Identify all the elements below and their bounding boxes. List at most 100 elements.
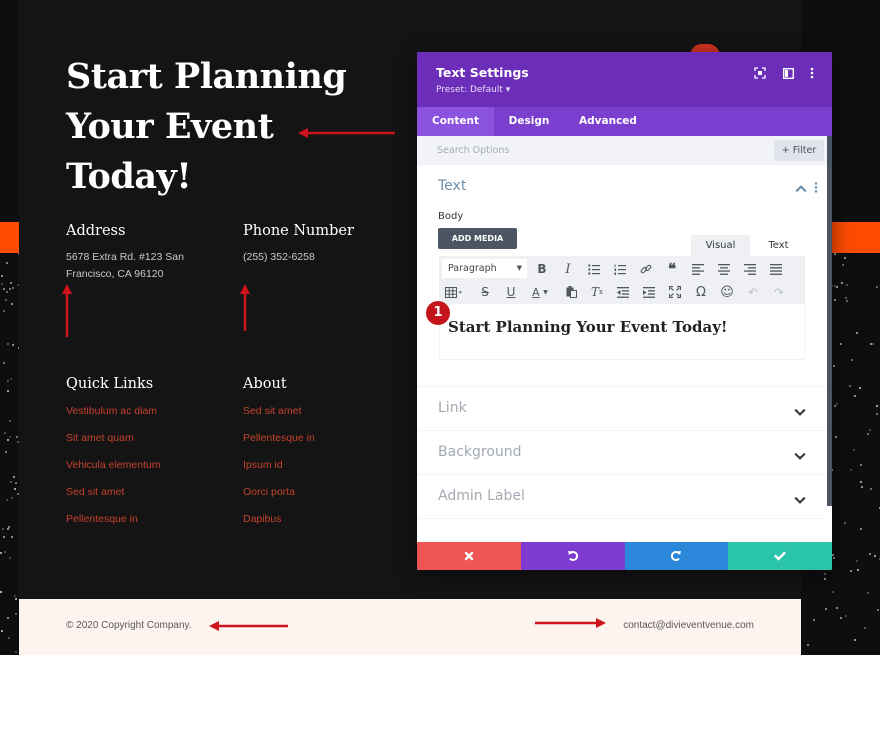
chevron-down-icon[interactable] (794, 450, 806, 462)
annotation-arrow-left (298, 128, 395, 138)
about-link[interactable]: Sed sit amet (243, 404, 315, 431)
strikethrough-icon[interactable]: S (475, 282, 495, 302)
undo-button[interactable] (520, 542, 625, 570)
star-dot (849, 385, 852, 388)
star-dot (0, 630, 3, 633)
text-color-icon[interactable]: A ▼ (527, 282, 553, 302)
star-dot (860, 528, 863, 531)
quick-link[interactable]: Sed sit amet (66, 485, 161, 512)
filter-button[interactable]: + Filter (774, 140, 824, 161)
text-section-title[interactable]: Text (438, 178, 466, 194)
chevron-up-icon[interactable] (795, 183, 807, 195)
star-dot (839, 343, 842, 346)
star-dot (833, 284, 836, 287)
outdent-icon[interactable] (613, 282, 633, 302)
tab-advanced[interactable]: Advanced (569, 107, 647, 136)
emoji-icon[interactable]: ☺ (717, 282, 737, 302)
caret-down-icon: ▼ (516, 264, 522, 272)
redo-icon[interactable]: ↷ (769, 282, 789, 302)
star-dot (849, 570, 852, 573)
screenshot-stage: Start Planning Your Event Today! Address… (0, 0, 880, 733)
star-dot (841, 281, 843, 284)
star-dot (873, 555, 876, 558)
focus-icon[interactable] (753, 66, 767, 80)
quick-link[interactable]: Vestibulum ac diam (66, 404, 161, 431)
address-text: 5678 Extra Rd. #123 San Francisco, CA 96… (66, 251, 184, 280)
text-mode-tab[interactable]: Text (752, 235, 805, 256)
about-link[interactable]: Pellentesque in (243, 431, 315, 458)
redo-icon (671, 551, 682, 561)
clear-formatting-icon[interactable]: Tx (587, 282, 607, 302)
star-dot (0, 590, 3, 593)
align-right-icon[interactable] (740, 259, 760, 279)
bullet-list-icon[interactable] (584, 259, 604, 279)
star-dot (4, 451, 7, 454)
visual-mode-tab[interactable]: Visual (691, 235, 750, 256)
star-dot (9, 287, 11, 290)
underline-icon[interactable]: U (501, 282, 521, 302)
tab-content[interactable]: Content (417, 107, 494, 136)
quick-link[interactable]: Pellentesque in (66, 512, 161, 539)
quick-link[interactable]: Sit amet quam (66, 431, 161, 458)
blockquote-icon[interactable]: ❝ (662, 259, 682, 279)
star-dot (853, 639, 856, 642)
annotation-arrow-up (240, 284, 250, 331)
star-dot (15, 612, 18, 615)
fullscreen-icon[interactable] (665, 282, 685, 302)
star-dot (867, 432, 870, 435)
star-dot (4, 432, 7, 435)
toggle-admin-label[interactable]: Admin Label (438, 488, 525, 504)
star-dot (832, 557, 835, 560)
scrollbar[interactable] (827, 136, 832, 506)
save-button[interactable] (728, 542, 832, 570)
align-justify-icon[interactable] (766, 259, 786, 279)
section-options-icon[interactable] (814, 182, 818, 193)
about-link[interactable]: Ipsum id (243, 458, 315, 485)
star-dot (844, 522, 847, 525)
contact-email[interactable]: contact@divieventvenue.com (623, 620, 754, 631)
star-dot (10, 377, 13, 380)
about-link[interactable]: Dapibus (243, 512, 315, 539)
align-center-icon[interactable] (714, 259, 734, 279)
star-dot (824, 572, 827, 575)
preset-dropdown[interactable]: Preset: Default ▾ (436, 85, 510, 95)
about-heading: About (243, 376, 287, 392)
table-icon[interactable] (442, 282, 466, 302)
italic-icon[interactable]: I (558, 259, 578, 279)
chevron-down-icon[interactable] (794, 494, 806, 506)
quick-link[interactable]: Vehicula elementum (66, 458, 161, 485)
split-view-icon[interactable] (781, 66, 795, 80)
body-editor[interactable]: Start Planning Your Event Today! (439, 304, 805, 360)
about-link[interactable]: Oorci porta (243, 485, 315, 512)
star-dot (4, 550, 7, 553)
numbered-list-icon[interactable] (610, 259, 630, 279)
align-left-icon[interactable] (688, 259, 708, 279)
search-options-input[interactable] (437, 136, 767, 165)
paragraph-format-select[interactable]: Paragraph ▼ (442, 259, 527, 278)
phone-text: (255) 352-6258 (243, 251, 315, 263)
modal-action-bar (417, 542, 832, 570)
tab-design[interactable]: Design (494, 107, 564, 136)
undo-icon[interactable]: ↶ (743, 282, 763, 302)
more-options-icon[interactable] (805, 66, 819, 80)
star-dot (875, 286, 878, 289)
discard-button[interactable] (417, 542, 521, 570)
link-icon[interactable] (636, 259, 656, 279)
annotation-arrow-left (209, 621, 288, 631)
chevron-down-icon[interactable] (794, 406, 806, 418)
copyright-bar: © 2020 Copyright Company. contact@diviev… (19, 599, 801, 655)
star-dot (859, 386, 862, 389)
paste-text-icon[interactable] (561, 282, 581, 302)
body-label: Body (438, 211, 464, 222)
bold-icon[interactable]: B (532, 259, 552, 279)
indent-icon[interactable] (639, 282, 659, 302)
redo-button[interactable] (624, 542, 729, 570)
star-dot (3, 288, 6, 291)
star-dot (834, 298, 837, 301)
special-character-icon[interactable]: Ω (691, 282, 711, 302)
star-dot (831, 554, 834, 556)
toggle-link[interactable]: Link (438, 400, 467, 416)
toggle-background[interactable]: Background (438, 444, 522, 460)
star-dot (2, 536, 5, 539)
add-media-button[interactable]: ADD MEDIA (438, 228, 517, 249)
